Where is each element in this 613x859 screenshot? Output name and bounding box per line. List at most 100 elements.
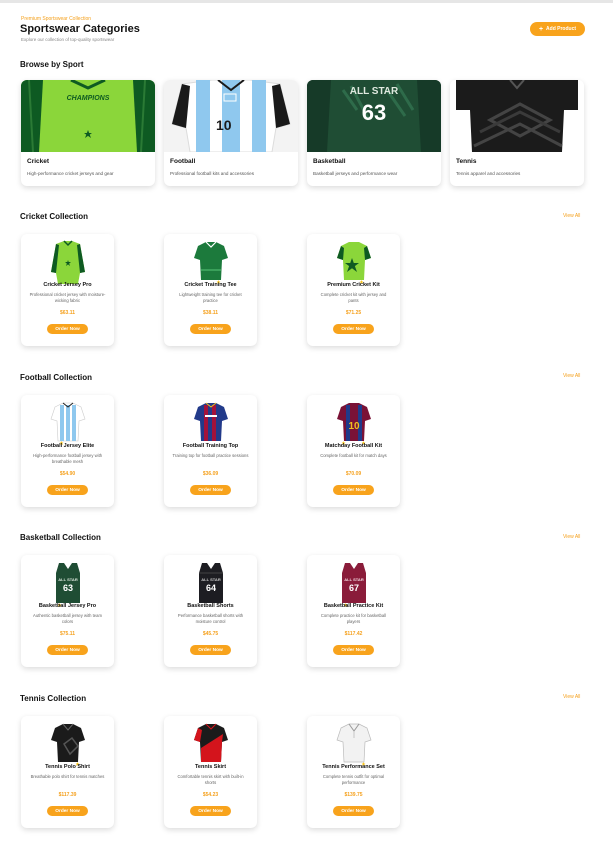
product-name: Matchday Football Kit (324, 443, 383, 449)
sport-description: Tennis apparel and accessories (456, 171, 521, 176)
product-price: $36.09 (202, 471, 219, 477)
product-name: Cricket Training Tee (184, 282, 237, 288)
plus-icon: + (538, 25, 544, 33)
cricket-kit-image (336, 240, 372, 286)
product-description: Breathable polo shirt for tennis matches (30, 774, 105, 779)
view-all-cricket-link[interactable]: View All (563, 213, 580, 219)
product-price: $63.11 (59, 310, 76, 316)
product-description: Complete practice kit for basketball pla… (320, 613, 387, 624)
svg-text:10: 10 (348, 421, 360, 432)
view-all-football-link[interactable]: View All (563, 373, 580, 379)
svg-text:ALL STAR: ALL STAR (350, 86, 399, 97)
order-now-button[interactable]: Order Now (333, 806, 374, 816)
product-name: Basketball Shorts (187, 603, 234, 609)
football-jersey-image: 10 (164, 80, 298, 152)
svg-text:CHAMPIONS: CHAMPIONS (67, 95, 110, 102)
order-now-button[interactable]: Order Now (190, 485, 231, 495)
svg-text:67: 67 (349, 583, 359, 593)
sport-description: Professional football kits and accessori… (170, 171, 255, 176)
football-training-top-image (193, 401, 229, 447)
order-now-button[interactable]: Order Now (47, 324, 88, 334)
sport-name: Basketball (313, 158, 346, 165)
product-card[interactable]: Tennis Performance Set Complete tennis o… (307, 716, 400, 828)
svg-text:63: 63 (362, 100, 386, 125)
basketball-jersey-image: ALL STAR 63 (50, 561, 86, 607)
product-card[interactable]: Tennis Polo Shirt Breathable polo shirt … (21, 716, 114, 828)
svg-text:64: 64 (206, 583, 216, 593)
product-price: $75.11 (59, 631, 76, 637)
product-description: Complete tennis outfit for optimal perfo… (322, 774, 385, 785)
product-description: Lightweight training tee for cricket pra… (179, 292, 242, 303)
section-heading-tennis: Tennis Collection (20, 694, 87, 703)
sport-card-cricket[interactable]: CHAMPIONS Cricket High-performance crick… (21, 80, 155, 186)
section-heading-cricket: Cricket Collection (20, 212, 89, 221)
product-card[interactable]: ALL STAR 67 Basketball Practice Kit Comp… (307, 555, 400, 667)
svg-text:ALL STAR: ALL STAR (201, 577, 221, 582)
basketball-jersey-image: ALL STAR 63 (307, 80, 441, 152)
add-product-label: Add Product (546, 26, 577, 32)
product-price: $71.25 (345, 310, 362, 316)
svg-text:63: 63 (63, 583, 73, 593)
order-now-button[interactable]: Order Now (190, 806, 231, 816)
product-card[interactable]: Tennis Skirt Comfortable tennis skirt wi… (164, 716, 257, 828)
add-product-button[interactable]: + Add Product (530, 22, 585, 36)
order-now-button[interactable]: Order Now (333, 485, 374, 495)
view-all-tennis-link[interactable]: View All (563, 694, 580, 700)
order-now-button[interactable]: Order Now (190, 324, 231, 334)
product-card[interactable]: ALL STAR 63 Basketball Jersey Pro Authen… (21, 555, 114, 667)
order-now-button[interactable]: Order Now (47, 806, 88, 816)
order-now-button[interactable]: Order Now (333, 324, 374, 334)
product-price: $139.75 (344, 792, 363, 798)
top-divider (0, 0, 613, 3)
product-card[interactable]: 10 Matchday Football Kit Complete footba… (307, 395, 400, 507)
product-price: $45.75 (202, 631, 219, 637)
sport-card-tennis[interactable]: Tennis Tennis apparel and accessories (450, 80, 584, 186)
product-name: Cricket Jersey Pro (43, 282, 92, 288)
page-subtitle: Explore our collection of top-quality sp… (21, 37, 115, 42)
svg-text:ALL STAR: ALL STAR (58, 577, 78, 582)
product-description: Professional cricket jersey with moistur… (29, 292, 106, 303)
product-price: $70.09 (345, 471, 362, 477)
sport-name: Cricket (27, 158, 50, 165)
product-price: $117.39 (58, 792, 77, 798)
sport-card-football[interactable]: 10 Football Professional football kits a… (164, 80, 298, 186)
product-name: Football Jersey Elite (40, 443, 95, 449)
product-card[interactable]: Cricket Jersey Pro Professional cricket … (21, 234, 114, 346)
product-name: Football Training Top (182, 443, 239, 449)
browse-by-sport-heading: Browse by Sport (20, 60, 84, 69)
view-all-basketball-link[interactable]: View All (563, 534, 580, 540)
order-now-button[interactable]: Order Now (47, 645, 88, 655)
tennis-shirt-image (450, 80, 584, 152)
product-description: Complete football kit for match days (320, 453, 387, 458)
cricket-jersey-image: CHAMPIONS (21, 80, 155, 152)
tennis-performance-set-image (336, 722, 372, 768)
sport-name: Tennis (456, 158, 477, 165)
product-card[interactable]: ALL STAR 64 Basketball Shorts Performanc… (164, 555, 257, 667)
section-heading-football: Football Collection (20, 373, 92, 382)
product-price: $117.42 (344, 631, 363, 637)
order-now-button[interactable]: Order Now (333, 645, 374, 655)
product-card[interactable]: Football Jersey Elite High-performance f… (21, 395, 114, 507)
product-price: $54.23 (202, 792, 219, 798)
product-name: Tennis Skirt (194, 764, 227, 770)
sport-card-basketball[interactable]: ALL STAR 63 Basketball Basketball jersey… (307, 80, 441, 186)
product-description: Training top for football practice sessi… (172, 453, 249, 458)
product-description: Comfortable tennis skirt with built-in s… (177, 774, 244, 785)
matchday-kit-image: 10 (336, 401, 372, 447)
product-name: Premium Cricket Kit (327, 282, 380, 288)
product-price: $54.90 (59, 471, 76, 477)
cricket-tee-image (193, 240, 229, 286)
football-jersey-image (50, 401, 86, 447)
basketball-practice-kit-image: ALL STAR 67 (336, 561, 372, 607)
svg-text:ALL STAR: ALL STAR (344, 577, 364, 582)
cricket-jersey-image (50, 240, 86, 286)
order-now-button[interactable]: Order Now (47, 485, 88, 495)
page-eyebrow: Premium Sportswear Collection (21, 16, 92, 22)
product-card[interactable]: Football Training Top Training top for f… (164, 395, 257, 507)
product-name: Tennis Polo Shirt (45, 764, 90, 770)
sport-description: High-performance cricket jerseys and gea… (27, 171, 114, 176)
product-card[interactable]: Cricket Training Tee Lightweight trainin… (164, 234, 257, 346)
order-now-button[interactable]: Order Now (190, 645, 231, 655)
product-card[interactable]: Premium Cricket Kit Complete cricket kit… (307, 234, 400, 346)
product-description: High-performance football jersey with br… (32, 453, 103, 464)
